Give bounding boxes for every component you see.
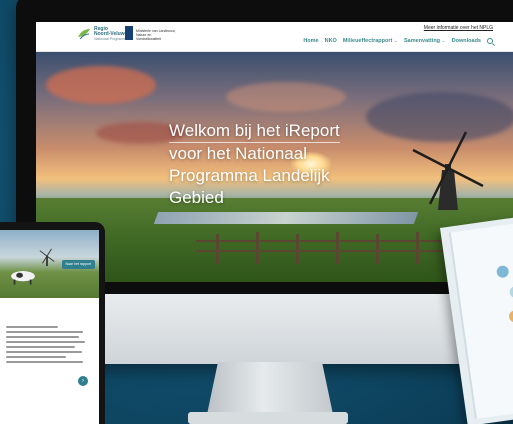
nav-home-label: Home [303,38,319,44]
text-line [6,331,84,333]
laptop-screen: Naar het rapport › [0,230,99,424]
cloud [226,82,346,112]
hero-title: Welkom bij het iReport voor het Nationaa… [169,120,399,209]
text-line [6,326,58,328]
text-line [6,346,75,348]
nav-milieueffectrapport-label: Milieueffectrapport [342,38,393,44]
hero-title-line: Programma Landelijk [169,166,330,185]
nav-home[interactable]: Home [303,38,318,44]
site-logo[interactable]: Regio Noord-Veluwe Nationaal Programma [94,27,128,42]
windmill-icon [412,131,484,210]
text-line [6,341,86,343]
hero-title-line: voor het Nationaal [169,144,307,163]
cloud [46,66,156,104]
report-graphic [495,264,510,279]
chevron-down-icon: ⌄ [441,38,446,44]
water-ditch [153,212,419,224]
info-link[interactable]: Meer informatie over het NPLG [424,25,493,31]
nav-samenvatting[interactable]: Samenvatting⌄ [404,38,446,44]
nav-nko-label: NKO [324,38,337,44]
fence-illustration [196,232,446,264]
hero-title-line: Gebied [169,188,224,207]
rijksoverheid-logo [125,26,133,40]
nav-downloads-label: Downloads [451,38,481,44]
text-line [6,351,82,353]
hero-title-line: Welkom bij het iReport [169,120,340,143]
report-page [448,221,513,419]
nav-milieueffectrapport[interactable]: Milieueffectrapport⌄ [343,38,398,44]
logo-sub: Nationaal Programma [94,37,129,41]
nav-downloads[interactable]: Downloads [452,38,481,44]
site-header: Regio Noord-Veluwe Nationaal Programma M… [36,22,513,52]
laptop-device: Naar het rapport › [0,222,105,424]
leaf-logo-icon [78,29,90,40]
laptop-hero-image: Naar het rapport [0,230,99,298]
hero-banner: Welkom bij het iReport voor het Nationaa… [36,52,513,282]
nav-samenvatting-label: Samenvatting [403,38,441,44]
report-graphic [508,309,513,324]
laptop-text-block [6,326,92,366]
text-line [6,356,67,358]
arrow-right-icon[interactable]: › [78,376,88,386]
windmill-icon [39,248,55,266]
nav-nko[interactable]: NKO [325,38,337,44]
report-graphic [508,285,513,299]
ministry-name: Ministerie van Landbouw, Natuur en Voeds… [136,29,176,41]
chevron-down-icon: ⌄ [393,38,398,44]
monitor-stand-base [188,412,348,424]
text-line [6,336,80,338]
laptop-cta-button[interactable]: Naar het rapport [61,260,95,269]
cow-icon [11,271,35,285]
search-icon[interactable] [487,38,493,44]
text-line [6,361,84,363]
main-nav: Home NKO Milieueffectrapport⌄ Samenvatti… [303,38,493,44]
